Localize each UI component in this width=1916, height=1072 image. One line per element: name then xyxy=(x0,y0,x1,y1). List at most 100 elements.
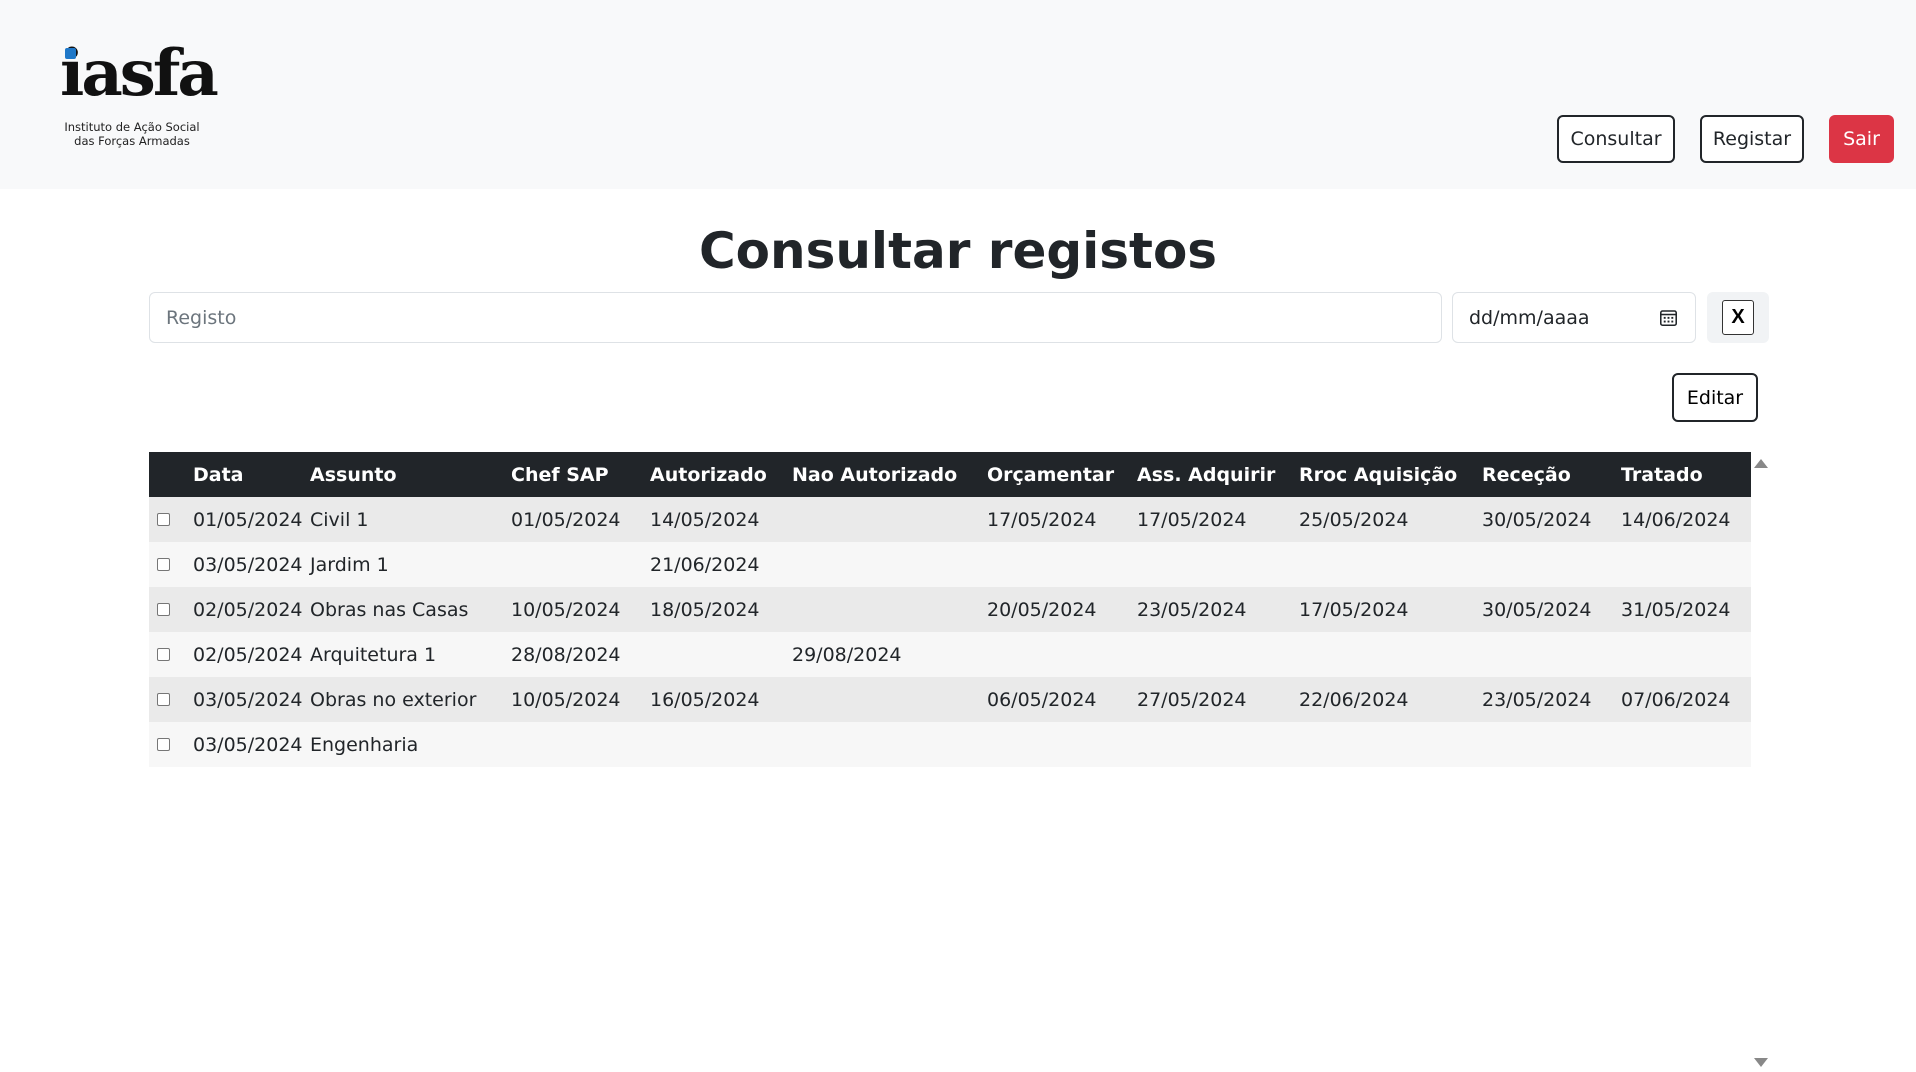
logo-subtitle: Instituto de Ação Social das Forças Arma… xyxy=(62,120,202,148)
row-select-cell xyxy=(149,542,193,587)
row-select-cell xyxy=(149,722,193,767)
table-cell xyxy=(650,722,792,767)
table-cell: Civil 1 xyxy=(310,508,369,531)
top-header: iasfa Instituto de Ação Social das Força… xyxy=(0,0,1916,189)
row-select-cell xyxy=(149,632,193,677)
table-cell: 10/05/2024 xyxy=(511,598,621,621)
table-cell: 18/05/2024 xyxy=(650,598,760,621)
row-checkbox[interactable] xyxy=(157,602,170,616)
table-cell: Arquitetura 1 xyxy=(310,643,437,666)
row-select-cell xyxy=(149,497,193,542)
row-checkbox[interactable] xyxy=(157,692,170,706)
column-header[interactable]: Rroc Aquisição xyxy=(1299,452,1482,497)
table-cell xyxy=(987,632,1137,677)
registar-button[interactable]: Registar xyxy=(1700,115,1804,163)
column-header[interactable]: Nao Autorizado xyxy=(792,452,987,497)
table-cell: 01/05/2024 xyxy=(193,508,303,531)
iasfa-logo[interactable]: iasfa Instituto de Ação Social das Força… xyxy=(58,42,219,152)
table-cell xyxy=(792,677,987,722)
table-cell xyxy=(1137,542,1299,587)
table-cell xyxy=(1621,722,1751,767)
table-cell xyxy=(987,722,1137,767)
consultar-button[interactable]: Consultar xyxy=(1557,115,1675,163)
calendar-icon[interactable] xyxy=(1659,308,1678,327)
table-cell xyxy=(792,497,987,542)
table-cell: 07/06/2024 xyxy=(1621,688,1731,711)
column-header[interactable]: Autorizado xyxy=(650,452,792,497)
table-cell: 14/05/2024 xyxy=(650,508,760,531)
scroll-up-arrow-icon[interactable] xyxy=(1754,459,1768,468)
table-cell: 06/05/2024 xyxy=(987,688,1097,711)
table-cell: Jardim 1 xyxy=(310,553,389,576)
table-cell: 17/05/2024 xyxy=(987,508,1097,531)
table-cell: 30/05/2024 xyxy=(1482,598,1592,621)
table-cell: 02/05/2024 xyxy=(193,643,303,666)
clear-filter-button[interactable]: X xyxy=(1722,300,1754,335)
column-header[interactable]: Receção xyxy=(1482,452,1621,497)
column-header[interactable]: Data xyxy=(193,452,310,497)
select-column-header xyxy=(149,452,193,497)
row-checkbox[interactable] xyxy=(157,557,170,571)
vertical-scrollbar[interactable] xyxy=(1751,472,1770,1052)
table-cell: 28/08/2024 xyxy=(511,643,621,666)
date-filter-input[interactable]: dd/mm/aaaa xyxy=(1452,292,1696,343)
table-cell: 23/05/2024 xyxy=(1482,688,1592,711)
logo-subtitle-line2: das Forças Armadas xyxy=(74,134,190,148)
table-row[interactable]: 03/05/2024 Engenharia xyxy=(149,722,1751,767)
table-row[interactable]: 03/05/2024 Jardim 1 21/06/2024 xyxy=(149,542,1751,587)
table-cell xyxy=(987,542,1137,587)
table-cell xyxy=(792,722,987,767)
row-checkbox[interactable] xyxy=(157,512,170,526)
table-cell: 03/05/2024 xyxy=(193,553,303,576)
logo-wordmark: iasfa xyxy=(60,36,219,111)
registos-table-wrapper: Data Assunto Chef SAP Autorizado Nao Autoriz… xyxy=(149,452,1751,767)
column-header[interactable]: Chef SAP xyxy=(511,452,650,497)
table-cell: 17/05/2024 xyxy=(1137,508,1247,531)
table-cell: 21/06/2024 xyxy=(650,553,760,576)
table-row[interactable]: 02/05/2024 Obras nas Casas 10/05/2024 18/05… xyxy=(149,587,1751,632)
table-body: 01/05/2024 Civil 1 01/05/2024 14/05/2024 17/… xyxy=(149,497,1751,767)
table-cell: 10/05/2024 xyxy=(511,688,621,711)
table-cell: 03/05/2024 xyxy=(193,733,303,756)
column-header[interactable]: Assunto xyxy=(310,452,511,497)
column-header[interactable]: Tratado xyxy=(1621,452,1751,497)
table-cell xyxy=(792,587,987,632)
row-checkbox[interactable] xyxy=(157,737,170,751)
table-cell xyxy=(1482,722,1621,767)
editar-button[interactable]: Editar xyxy=(1672,373,1758,422)
registos-table: Data Assunto Chef SAP Autorizado Nao Autoriz… xyxy=(149,452,1751,767)
table-cell xyxy=(1299,722,1482,767)
table-cell xyxy=(650,632,792,677)
scroll-down-arrow-icon[interactable] xyxy=(1754,1058,1768,1067)
table-cell: 20/05/2024 xyxy=(987,598,1097,621)
table-header-row: Data Assunto Chef SAP Autorizado Nao Autoriz… xyxy=(149,452,1751,497)
row-checkbox[interactable] xyxy=(157,647,170,661)
table-cell xyxy=(1299,632,1482,677)
table-cell: 27/05/2024 xyxy=(1137,688,1247,711)
row-select-cell xyxy=(149,587,193,632)
table-cell xyxy=(511,722,650,767)
table-cell: 29/08/2024 xyxy=(792,643,902,666)
clear-filter-wrapper: X xyxy=(1707,292,1769,343)
table-cell: 23/05/2024 xyxy=(1137,598,1247,621)
sair-button[interactable]: Sair xyxy=(1829,115,1894,163)
table-cell: 31/05/2024 xyxy=(1621,598,1731,621)
table-cell: 01/05/2024 xyxy=(511,508,621,531)
table-cell: Obras nas Casas xyxy=(310,598,469,621)
table-cell xyxy=(792,542,987,587)
table-row[interactable]: 03/05/2024 Obras no exterior 10/05/2024 16/… xyxy=(149,677,1751,722)
registo-search-input[interactable] xyxy=(149,292,1442,343)
table-cell: 30/05/2024 xyxy=(1482,508,1592,531)
table-cell: 17/05/2024 xyxy=(1299,598,1409,621)
table-cell xyxy=(1299,542,1482,587)
table-cell xyxy=(1137,632,1299,677)
column-header[interactable]: Orçamentar xyxy=(987,452,1137,497)
table-cell xyxy=(1137,722,1299,767)
table-cell: Obras no exterior xyxy=(310,688,477,711)
column-header[interactable]: Ass. Adquirir xyxy=(1137,452,1299,497)
table-cell: 16/05/2024 xyxy=(650,688,760,711)
table-row[interactable]: 01/05/2024 Civil 1 01/05/2024 14/05/2024 17/… xyxy=(149,497,1751,542)
table-cell xyxy=(1482,542,1621,587)
table-row[interactable]: 02/05/2024 Arquitetura 1 28/08/2024 29/08/2… xyxy=(149,632,1751,677)
table-cell: 14/06/2024 xyxy=(1621,508,1731,531)
